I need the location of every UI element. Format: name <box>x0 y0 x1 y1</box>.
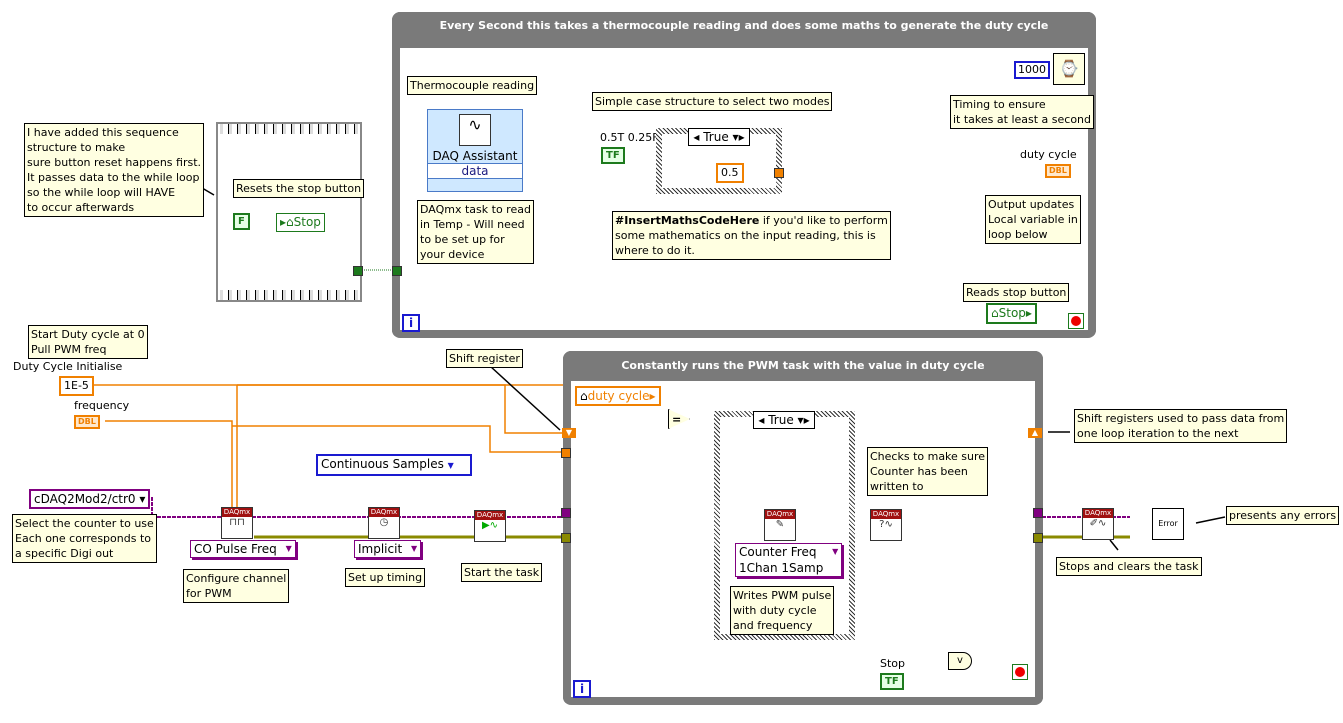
note-shift-register: Shift register <box>446 349 523 368</box>
mode-boolean-control[interactable]: TF <box>601 147 625 164</box>
counter-control[interactable]: cDAQ2Mod2/ctr0 ▾ <box>29 489 151 509</box>
frequency-label: frequency <box>74 399 130 412</box>
daqmx-is-task-done[interactable]: DAQmx ?∿ <box>870 509 902 541</box>
sequence-structure[interactable] <box>216 122 362 302</box>
daqmx-timing[interactable]: DAQmx ◷ <box>368 507 400 539</box>
shift-register-right: ▲ <box>1028 428 1042 438</box>
note-checks-counter: Checks to make sure Counter has been wri… <box>867 447 989 496</box>
task-tunnel-out <box>1033 508 1043 518</box>
note-resets-stop: Resets the stop button <box>233 179 365 198</box>
note-select-counter: Select the counter to use Each one corre… <box>12 514 157 563</box>
daq-data-output[interactable]: data <box>428 163 522 179</box>
freq-tunnel <box>561 448 571 458</box>
stop-button[interactable]: TF <box>880 673 904 690</box>
note-timing: Timing to ensure it takes at least a sec… <box>950 95 1095 129</box>
daqmx-write[interactable]: DAQmx ✎ <box>764 509 796 541</box>
half-constant[interactable]: 0.5 <box>716 163 744 183</box>
wait-ms-constant[interactable]: 1000 <box>1014 61 1050 79</box>
note-output-updates: Output updates Local variable in loop be… <box>985 195 1081 244</box>
implicit-ring[interactable]: Implicit <box>354 540 422 558</box>
error-tunnel-in <box>561 533 571 543</box>
daqmx-header: DAQmx <box>765 510 795 519</box>
note-configure-channel: Configure channel for PWM <box>183 569 290 603</box>
error-handler-icon[interactable]: Error <box>1152 508 1184 540</box>
co-pulse-freq-ring[interactable]: CO Pulse Freq <box>190 540 296 558</box>
sequence-tunnel <box>353 266 363 276</box>
counter-value: cDAQ2Mod2/ctr0 <box>34 492 136 506</box>
mode-label: 0.5T 0.25F <box>600 131 659 144</box>
top-loop-title: Every Second this takes a thermocouple r… <box>392 12 1096 48</box>
duty-init-label: Duty Cycle Initialise <box>13 360 123 373</box>
daq-assistant-icon: ∿ <box>459 114 491 146</box>
loop-stop-terminal-bottom <box>1012 664 1028 680</box>
daqmx-header: DAQmx <box>475 511 505 520</box>
or-function: v <box>948 652 972 670</box>
note-insert-maths: #InsertMathsCodeHere if you'd like to pe… <box>612 211 891 260</box>
case-selector-bottom[interactable]: ◂ True ▾▸ <box>753 411 815 429</box>
stop-local-variable-write[interactable]: ▸⌂Stop <box>276 213 325 232</box>
note-daqmx-task: DAQmx task to read in Temp - Will need t… <box>417 200 534 264</box>
duty-cycle-indicator[interactable]: DBL <box>1045 164 1071 178</box>
wait-timer-icon: ⌚ <box>1053 53 1085 85</box>
note-setup-timing: Set up timing <box>345 568 426 587</box>
note-stops-clears: Stops and clears the task <box>1056 557 1202 576</box>
duty-cycle-local-read[interactable]: ⌂duty cycle▸ <box>575 386 661 406</box>
note-shift-registers-pass: Shift registers used to pass data from o… <box>1074 409 1288 443</box>
false-constant[interactable]: F <box>233 213 250 230</box>
note-presents-errors: presents any errors <box>1226 506 1340 525</box>
case-output-tunnel <box>774 168 784 178</box>
case-selector-top[interactable]: ◂ True ▾▸ <box>688 128 750 146</box>
iteration-icon: i <box>402 314 420 332</box>
daq-assistant-label: DAQ Assistant <box>432 149 518 163</box>
daq-assistant[interactable]: ∿ DAQ Assistant data <box>427 109 523 192</box>
duty-local-label: duty cycle <box>587 389 650 403</box>
task-tunnel-in <box>561 508 571 518</box>
daqmx-header: DAQmx <box>222 508 252 517</box>
continuous-samples-ring[interactable]: Continuous Samples ▼ <box>316 454 472 476</box>
frequency-control[interactable]: DBL <box>74 415 100 429</box>
stop-read-label: Stop <box>998 306 1026 320</box>
iteration-icon-bottom: i <box>573 680 591 698</box>
error-tunnel-out <box>1033 533 1043 543</box>
daqmx-header: DAQmx <box>1083 509 1113 518</box>
daqmx-start-task[interactable]: DAQmx ▶∿ <box>474 510 506 542</box>
shift-register-left: ▼ <box>562 428 576 438</box>
bottom-loop-title: Constantly runs the PWM task with the va… <box>563 351 1043 381</box>
counter-freq-ring[interactable]: Counter Freq 1Chan 1Samp <box>735 543 843 577</box>
note-simple-case: Simple case structure to select two mode… <box>592 92 833 111</box>
daqmx-clear-task[interactable]: DAQmx ✐∿ <box>1082 508 1114 540</box>
duty-cycle-label: duty cycle <box>1020 148 1077 161</box>
case-value-bottom: True <box>768 413 794 427</box>
note-reads-stop: Reads stop button <box>963 283 1070 302</box>
note-sequence: I have added this sequence structure to … <box>24 123 205 217</box>
daqmx-create-channel[interactable]: DAQmx ⊓⊓ <box>221 507 253 539</box>
stop-label-bottom: Stop <box>880 657 906 670</box>
note-start-duty: Start Duty cycle at 0 Pull PWM freq <box>28 325 148 359</box>
duty-init-constant[interactable]: 1E-5 <box>59 376 94 396</box>
maths-bold: #InsertMathsCodeHere <box>615 214 760 227</box>
continuous-value: Continuous Samples <box>321 457 444 471</box>
stop-label: Stop <box>293 215 321 229</box>
loop-stop-terminal <box>1068 313 1084 329</box>
tunnel <box>392 266 402 276</box>
note-thermocouple: Thermocouple reading <box>407 76 538 95</box>
daqmx-header: DAQmx <box>871 510 901 519</box>
stop-local-variable-read[interactable]: ⌂Stop▸ <box>986 303 1037 324</box>
daqmx-header: DAQmx <box>369 508 399 517</box>
case-value: True <box>703 130 729 144</box>
note-writes-pwm: Writes PWM pulse with duty cycle and fre… <box>730 586 835 635</box>
note-start-task: Start the task <box>461 563 543 582</box>
